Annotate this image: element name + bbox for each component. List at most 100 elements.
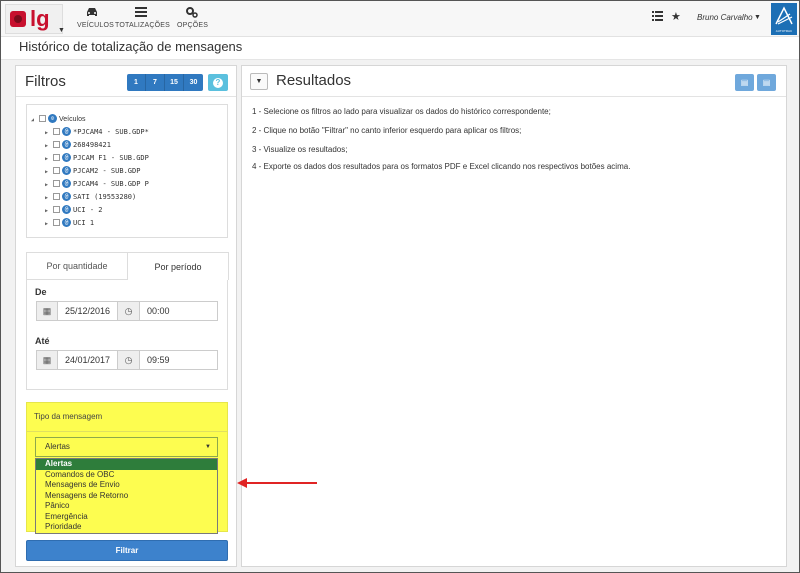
export-pdf-button[interactable]: ▤ <box>735 74 754 91</box>
help-button[interactable]: ? <box>208 74 228 91</box>
to-time-input[interactable]: 09:59 <box>140 350 218 370</box>
tree-root-veiculos[interactable]: ◢ ⊙ Veículos <box>31 114 85 125</box>
tree-label: SATI (19553280) <box>73 193 137 201</box>
to-row: ▦ 24/01/2017 ◷ 09:59 <box>36 350 218 370</box>
range-30-button[interactable]: 30 <box>184 74 203 91</box>
export-excel-button[interactable]: ▤ <box>757 74 776 91</box>
tree-checkbox[interactable] <box>53 180 60 187</box>
vehicle-icon: @ <box>62 218 71 227</box>
tree-checkbox[interactable] <box>53 167 60 174</box>
tree-checkbox[interactable] <box>53 128 60 135</box>
vehicle-icon: @ <box>62 140 71 149</box>
tree-label: UCI - 2 <box>73 206 103 214</box>
tree-checkbox[interactable] <box>39 115 46 122</box>
collapse-filter-button[interactable]: ▼ <box>250 73 268 90</box>
range-15-button[interactable]: 15 <box>165 74 184 91</box>
to-label: Até <box>35 336 50 346</box>
quick-range-group: 1 7 15 30 <box>127 74 203 91</box>
question-icon: ? <box>213 78 223 88</box>
tree-item[interactable]: ▶ @ PJCAM4 - SUB.GDP P <box>45 179 149 190</box>
caret-down-icon[interactable]: ▼ <box>754 14 761 21</box>
tree-collapsed-icon[interactable]: ▶ <box>45 154 51 165</box>
divider <box>16 96 236 97</box>
tree-item[interactable]: ▶ @268498421 <box>45 140 111 151</box>
calendar-icon[interactable]: ▦ <box>36 350 58 370</box>
tree-label: PJCAM4 - SUB.GDP P <box>73 180 149 188</box>
option-emergencia[interactable]: Emergência <box>36 512 217 523</box>
app-logo-menu[interactable]: lg ▼ <box>5 4 65 34</box>
brand-logo: AUTOTRAC <box>771 3 797 35</box>
caret-down-icon: ▼ <box>58 27 65 34</box>
tree-collapsed-icon[interactable]: ▶ <box>45 180 51 191</box>
from-date-input[interactable]: 25/12/2016 <box>58 301 118 321</box>
range-1-button[interactable]: 1 <box>127 74 146 91</box>
divider <box>27 431 227 432</box>
tab-by-quantity[interactable]: Por quantidade <box>27 252 127 280</box>
vehicle-icon: @ <box>62 166 71 175</box>
from-label: De <box>35 287 47 297</box>
list-view-icon[interactable] <box>652 11 663 24</box>
tree-item[interactable]: ▶ @ *PJCAM4 - SUB.GDP* <box>45 127 149 138</box>
tab-by-period[interactable]: Por período <box>127 252 229 280</box>
to-date-input[interactable]: 24/01/2017 <box>58 350 118 370</box>
divider <box>242 96 786 97</box>
vehicle-icon: @ <box>62 153 71 162</box>
star-icon[interactable]: ★ <box>671 10 681 23</box>
tree-collapsed-icon[interactable]: ▶ <box>45 219 51 230</box>
caret-down-icon: ▼ <box>205 444 211 450</box>
instruction-1: 1 - Selecione os filtros ao lado para vi… <box>252 107 551 116</box>
from-row: ▦ 25/12/2016 ◷ 00:00 <box>36 301 218 321</box>
message-type-label: Tipo da mensagem <box>34 412 103 421</box>
option-mensagens-retorno[interactable]: Mensagens de Retorno <box>36 491 217 502</box>
tree-collapsed-icon[interactable]: ▶ <box>45 167 51 178</box>
tree-collapsed-icon[interactable]: ▶ <box>45 141 51 152</box>
tree-label: PJCAM F1 - SUB.GDP <box>73 154 149 162</box>
option-comandos-obc[interactable]: Comandos de OBC <box>36 470 217 481</box>
instruction-2: 2 - Clique no botão "Filtrar" no canto i… <box>252 126 522 135</box>
logo-text: lg <box>30 6 50 31</box>
nav-options[interactable]: OPÇÕES <box>177 7 209 29</box>
option-mensagens-envio[interactable]: Mensagens de Envio <box>36 480 217 491</box>
user-menu-name[interactable]: Bruno Carvalho <box>697 13 753 22</box>
tree-item[interactable]: ▶ @ UCI 1 <box>45 218 94 229</box>
instruction-3: 3 - Visualize os resultados; <box>252 145 348 154</box>
tree-collapsed-icon[interactable]: ▶ <box>45 206 51 217</box>
clock-icon[interactable]: ◷ <box>118 301 140 321</box>
tree-expanded-icon[interactable]: ◢ <box>31 115 37 126</box>
message-type-select[interactable]: Alertas ▼ <box>35 437 218 457</box>
option-prioridade[interactable]: Prioridade <box>36 522 217 533</box>
tree-item[interactable]: ▶ @ PJCAM2 - SUB.GDP <box>45 166 140 177</box>
message-type-selected: Alertas <box>45 442 70 451</box>
nav-options-label: OPÇÕES <box>177 22 209 29</box>
tree-collapsed-icon[interactable]: ▶ <box>45 193 51 204</box>
nav-vehicles[interactable]: VEÍCULOS <box>77 7 114 29</box>
vehicle-icon: @ <box>62 179 71 188</box>
tree-item[interactable]: ▶ @ UCI - 2 <box>45 205 103 216</box>
tree-label: UCI 1 <box>73 219 95 227</box>
filter-button[interactable]: Filtrar <box>26 540 228 561</box>
from-time-input[interactable]: 00:00 <box>140 301 218 321</box>
top-navbar: lg ▼ VEÍCULOS TOTALIZAÇÕES OPÇÕES ★ Brun… <box>1 1 799 37</box>
tree-checkbox[interactable] <box>53 141 60 148</box>
page-title: Histórico de totalização de mensagens <box>19 39 243 54</box>
tree-checkbox[interactable] <box>53 219 60 226</box>
option-alertas[interactable]: Alertas <box>36 459 217 470</box>
clock-icon[interactable]: ◷ <box>118 350 140 370</box>
nav-totalizations[interactable]: TOTALIZAÇÕES <box>115 7 170 29</box>
range-7-button[interactable]: 7 <box>146 74 165 91</box>
vehicle-tree: ◢ ⊙ Veículos ▶ @ *PJCAM4 - SUB.GDP* ▶ @268498… <box>26 104 228 238</box>
tree-item[interactable]: ▶ @ PJCAM F1 - SUB.GDP <box>45 153 149 164</box>
car-icon: ⊙ <box>48 114 57 123</box>
results-title: Resultados <box>276 72 352 89</box>
tree-checkbox[interactable] <box>53 206 60 213</box>
vehicle-icon: @ <box>62 192 71 201</box>
tree-item[interactable]: ▶ @ SATI (19553280) <box>45 192 136 203</box>
option-panico[interactable]: Pânico <box>36 501 217 512</box>
tree-collapsed-icon[interactable]: ▶ <box>45 128 51 139</box>
brand-mark-icon <box>775 6 793 25</box>
gears-icon <box>177 7 207 19</box>
tree-checkbox[interactable] <box>53 154 60 161</box>
vehicle-icon: @ <box>62 127 71 136</box>
tree-checkbox[interactable] <box>53 193 60 200</box>
calendar-icon[interactable]: ▦ <box>36 301 58 321</box>
